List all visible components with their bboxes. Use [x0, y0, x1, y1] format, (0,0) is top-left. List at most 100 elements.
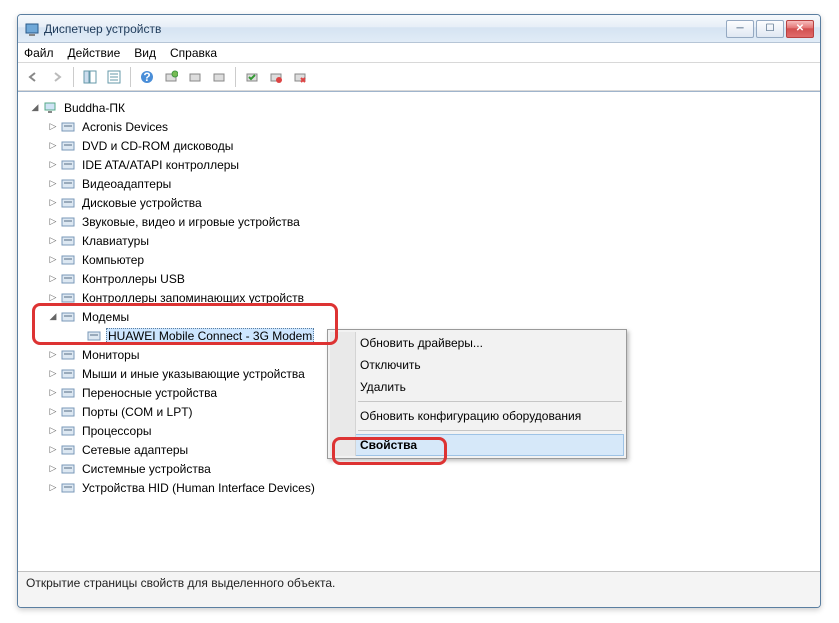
statusbar: Открытие страницы свойств для выделенног…: [18, 571, 820, 607]
expand-icon[interactable]: ▷: [46, 387, 60, 398]
tree-category-label: Порты (COM и LPT): [80, 404, 195, 420]
device-category-icon: [60, 442, 78, 458]
device-category-icon: [60, 480, 78, 496]
expand-icon[interactable]: ▷: [46, 235, 60, 246]
device-category-icon: [60, 119, 78, 135]
tree-category-label: Acronis Devices: [80, 119, 170, 135]
expand-icon[interactable]: ▷: [46, 254, 60, 265]
expand-icon[interactable]: ▷: [46, 292, 60, 303]
expand-icon[interactable]: ▷: [46, 349, 60, 360]
device-category-icon: [60, 404, 78, 420]
expand-icon[interactable]: ▷: [46, 273, 60, 284]
expand-icon[interactable]: ▷: [46, 444, 60, 455]
device-category-icon: [60, 138, 78, 154]
expand-icon[interactable]: ▷: [46, 197, 60, 208]
ctx-delete[interactable]: Удалить: [330, 376, 624, 398]
device-category-icon: [60, 385, 78, 401]
device-category-icon: [60, 233, 78, 249]
ctx-update-drivers[interactable]: Обновить драйверы...: [330, 332, 624, 354]
tree-category[interactable]: ▷DVD и CD-ROM дисководы: [22, 136, 816, 155]
expand-icon[interactable]: ▷: [46, 159, 60, 170]
forward-button[interactable]: [46, 66, 68, 88]
device-category-icon: [60, 366, 78, 382]
close-button[interactable]: ✕: [786, 20, 814, 38]
menu-view[interactable]: Вид: [134, 46, 156, 60]
device-category-icon: [60, 461, 78, 477]
expand-icon[interactable]: ▷: [46, 140, 60, 151]
expand-icon[interactable]: ▷: [46, 463, 60, 474]
tree-category-label: Мыши и иные указывающие устройства: [80, 366, 307, 382]
uninstall-button[interactable]: [289, 66, 311, 88]
tree-category[interactable]: ▷ Системные устройства: [22, 459, 816, 478]
window-title: Диспетчер устройств: [44, 22, 161, 36]
expand-icon[interactable]: ▷: [46, 216, 60, 227]
expand-icon[interactable]: ▷: [46, 406, 60, 417]
ctx-properties[interactable]: Свойства: [330, 434, 624, 456]
device-category-icon: [60, 347, 78, 363]
tree-category[interactable]: ▷Звуковые, видео и игровые устройства: [22, 212, 816, 231]
collapse-icon[interactable]: ◢: [28, 102, 42, 113]
device-category-icon: [60, 423, 78, 439]
device-category-icon: [60, 309, 78, 325]
menu-action[interactable]: Действие: [68, 46, 121, 60]
tree-root-label: Buddha-ПК: [62, 100, 127, 116]
ctx-disable[interactable]: Отключить: [330, 354, 624, 376]
tree-category[interactable]: ▷ Устройства HID (Human Interface Devices…: [22, 478, 816, 497]
expand-icon[interactable]: ◢: [46, 311, 60, 322]
ctx-separator: [358, 430, 622, 431]
tree-category-label: Компьютер: [80, 252, 146, 268]
help-button[interactable]: ?: [136, 66, 158, 88]
tree-category[interactable]: ▷Клавиатуры: [22, 231, 816, 250]
menu-help[interactable]: Справка: [170, 46, 217, 60]
tree-category-label: Контроллеры запоминающих устройств: [80, 290, 306, 306]
context-menu: Обновить драйверы... Отключить Удалить О…: [327, 329, 627, 459]
tree-category[interactable]: ▷ Компьютер: [22, 250, 816, 269]
expand-icon[interactable]: ▷: [46, 482, 60, 493]
tree-root[interactable]: ◢ Buddha-ПК: [22, 98, 816, 117]
device-category-icon: [60, 195, 78, 211]
expand-icon[interactable]: ▷: [46, 178, 60, 189]
tree-category[interactable]: ▷ Контроллеры запоминающих устройств: [22, 288, 816, 307]
update-driver-button[interactable]: [184, 66, 206, 88]
tree-category-label: Сетевые адаптеры: [80, 442, 190, 458]
tree-category[interactable]: ◢ Модемы: [22, 307, 816, 326]
tree-device-label: HUAWEI Mobile Connect - 3G Modem: [106, 328, 314, 344]
tree-category-label: Дисковые устройства: [80, 195, 204, 211]
ctx-separator: [358, 401, 622, 402]
ctx-refresh-config[interactable]: Обновить конфигурацию оборудования: [330, 405, 624, 427]
status-text: Открытие страницы свойств для выделенног…: [26, 576, 335, 590]
expand-icon[interactable]: ▷: [46, 121, 60, 132]
tree-category-label: Видеоадаптеры: [80, 176, 173, 192]
tree-category-label: Модемы: [80, 309, 131, 325]
tree-category-label: Устройства HID (Human Interface Devices): [80, 480, 317, 496]
device-category-icon: [60, 290, 78, 306]
menubar: Файл Действие Вид Справка: [18, 43, 820, 63]
tree-category[interactable]: ▷IDE ATA/ATAPI контроллеры: [22, 155, 816, 174]
menu-file[interactable]: Файл: [24, 46, 54, 60]
expand-icon[interactable]: ▷: [46, 425, 60, 436]
tree-category-label: Системные устройства: [80, 461, 213, 477]
titlebar[interactable]: Диспетчер устройств ─ ☐ ✕: [18, 15, 820, 43]
tree-category[interactable]: ▷ Видеоадаптеры: [22, 174, 816, 193]
back-button[interactable]: [22, 66, 44, 88]
tree-category[interactable]: ▷ Дисковые устройства: [22, 193, 816, 212]
disable-button[interactable]: [265, 66, 287, 88]
tree-category[interactable]: ▷ Acronis Devices: [22, 117, 816, 136]
computer-icon: [42, 100, 60, 116]
tree-category[interactable]: ▷Контроллеры USB: [22, 269, 816, 288]
svg-text:?: ?: [143, 70, 150, 84]
maximize-button[interactable]: ☐: [756, 20, 784, 38]
show-hide-tree-button[interactable]: [79, 66, 101, 88]
tree-category-label: Процессоры: [80, 423, 154, 439]
expand-icon[interactable]: ▷: [46, 368, 60, 379]
enable-button[interactable]: [241, 66, 263, 88]
device-category-icon: [60, 157, 78, 173]
toolbar-button-1[interactable]: [208, 66, 230, 88]
minimize-button[interactable]: ─: [726, 20, 754, 38]
device-category-icon: [60, 214, 78, 230]
scan-button[interactable]: [160, 66, 182, 88]
properties-button[interactable]: [103, 66, 125, 88]
device-category-icon: [60, 271, 78, 287]
app-icon: [24, 21, 40, 37]
tree-category-label: Переносные устройства: [80, 385, 219, 401]
